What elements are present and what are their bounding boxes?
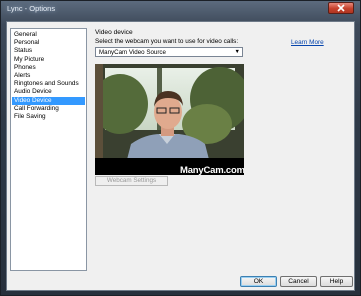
nav-item-personal[interactable]: Personal	[12, 39, 85, 47]
nav-item-ringtones-and-sounds[interactable]: Ringtones and Sounds	[12, 80, 85, 88]
close-icon	[337, 4, 345, 12]
manycam-watermark: ManyCam.com	[180, 165, 244, 175]
nav-item-phones[interactable]: Phones	[12, 64, 85, 72]
learn-more-link[interactable]: Learn More	[291, 39, 324, 46]
ok-button[interactable]: OK	[240, 276, 277, 287]
chevron-down-icon: ▼	[234, 49, 240, 55]
help-button[interactable]: Help	[320, 276, 353, 287]
webcam-dropdown-value: ManyCam Video Source	[99, 49, 166, 56]
nav-item-general[interactable]: General	[12, 31, 85, 39]
webcam-select-label: Select the webcam you want to use for vi…	[95, 38, 239, 45]
webcam-settings-button[interactable]: Webcam Settings	[95, 176, 168, 186]
video-preview: ManyCam.com	[95, 64, 244, 175]
nav-item-file-saving[interactable]: File Saving	[12, 113, 85, 121]
nav-item-status[interactable]: Status	[12, 47, 85, 55]
title-bar[interactable]: Lync - Options	[1, 1, 360, 21]
webcam-dropdown[interactable]: ManyCam Video Source ▼	[95, 47, 243, 57]
webcam-image	[95, 64, 244, 175]
window-title: Lync - Options	[7, 4, 56, 13]
nav-item-video-device[interactable]: Video Device	[12, 96, 85, 105]
cancel-button[interactable]: Cancel	[280, 276, 317, 287]
nav-item-my-picture[interactable]: My Picture	[12, 56, 85, 64]
options-dialog: Lync - Options General Personal Status M…	[0, 0, 361, 296]
nav-item-alerts[interactable]: Alerts	[12, 72, 85, 80]
options-category-list: General Personal Status My Picture Phone…	[10, 28, 87, 271]
nav-item-audio-device[interactable]: Audio Device	[12, 88, 85, 96]
dialog-body: General Personal Status My Picture Phone…	[6, 21, 355, 291]
close-button[interactable]	[328, 2, 354, 14]
section-heading: Video device	[95, 29, 133, 36]
nav-item-call-forwarding[interactable]: Call Forwarding	[12, 105, 85, 113]
